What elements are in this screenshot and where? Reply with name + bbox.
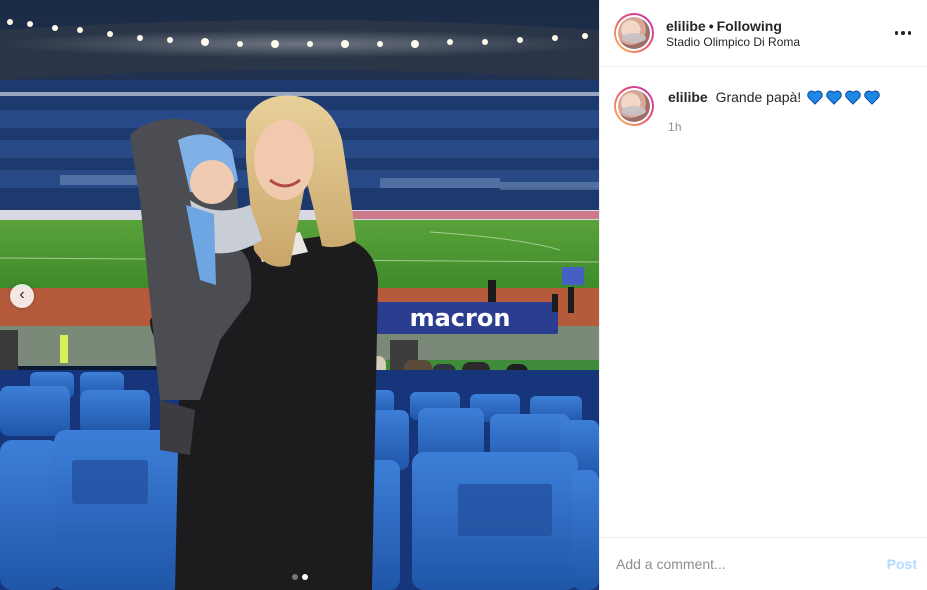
chevron-left-icon: ‹ xyxy=(19,286,25,303)
separator: • xyxy=(708,17,714,34)
post-photo[interactable]: macron ‹ xyxy=(0,0,599,590)
instagram-post: macron ‹ elilibe • Following Stadio Olim… xyxy=(0,0,927,590)
caption-comment: elilibe Grande papà! 1h xyxy=(614,85,913,134)
blue-heart-icon xyxy=(864,90,880,105)
comment-input[interactable] xyxy=(616,556,887,572)
more-options-icon[interactable] xyxy=(891,21,915,45)
svg-text:macron: macron xyxy=(410,304,511,332)
comment-timestamp[interactable]: 1h xyxy=(668,120,880,134)
post-side-panel: elilibe • Following Stadio Olimpico Di Rom… xyxy=(599,0,927,590)
previous-photo-button[interactable]: ‹ xyxy=(10,284,34,308)
caption-avatar[interactable] xyxy=(614,86,654,126)
blue-heart-icon xyxy=(845,90,861,105)
following-button[interactable]: Following xyxy=(717,18,782,34)
carousel-dot-active xyxy=(301,574,308,580)
macron-banner: macron xyxy=(362,302,558,334)
author-avatar[interactable] xyxy=(614,13,654,53)
add-comment-bar: Post xyxy=(600,537,927,590)
author-username[interactable]: elilibe xyxy=(666,18,706,34)
blue-heart-icon xyxy=(807,90,823,105)
caption-text: Grande papà! xyxy=(715,89,802,105)
post-comment-button[interactable]: Post xyxy=(887,556,917,572)
comments-section: elilibe Grande papà! 1h xyxy=(600,67,927,537)
post-location[interactable]: Stadio Olimpico Di Roma xyxy=(666,35,891,50)
blue-hearts xyxy=(807,90,880,105)
author-info: elilibe • Following Stadio Olimpico Di Rom… xyxy=(666,17,891,50)
post-header: elilibe • Following Stadio Olimpico Di Rom… xyxy=(600,0,927,67)
caption-text-line: elilibe Grande papà! xyxy=(668,88,880,106)
carousel-indicator xyxy=(0,574,599,580)
blue-heart-icon xyxy=(826,90,842,105)
carousel-dot xyxy=(291,574,298,580)
stadium-photo: macron xyxy=(0,0,599,590)
caption-username[interactable]: elilibe xyxy=(668,89,708,105)
